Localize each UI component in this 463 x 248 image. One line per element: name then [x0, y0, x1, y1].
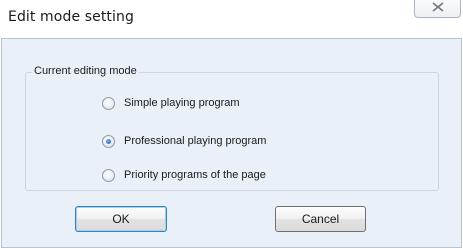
ok-button[interactable]: OK	[75, 206, 167, 232]
cancel-button[interactable]: Cancel	[275, 206, 366, 232]
radio-label-priority[interactable]: Priority programs of the page	[124, 169, 266, 181]
radio-label-simple[interactable]: Simple playing program	[124, 97, 240, 109]
radio-button-professional[interactable]	[102, 134, 115, 148]
radio-button-simple[interactable]	[102, 96, 115, 110]
groupbox-title: Current editing mode	[32, 65, 139, 77]
dialog-window: Edit mode setting Current editing mode S…	[0, 0, 463, 248]
radio-label-professional[interactable]: Professional playing program	[124, 135, 266, 147]
close-button[interactable]	[414, 0, 461, 18]
radio-option-priority[interactable]: Priority programs of the page	[102, 167, 266, 183]
radio-option-professional[interactable]: Professional playing program	[102, 133, 266, 149]
title-bar[interactable]: Edit mode setting	[0, 0, 463, 38]
radio-button-priority[interactable]	[102, 168, 115, 182]
dialog-title: Edit mode setting	[8, 9, 134, 25]
radio-option-simple[interactable]: Simple playing program	[102, 95, 240, 111]
close-icon	[432, 2, 444, 12]
